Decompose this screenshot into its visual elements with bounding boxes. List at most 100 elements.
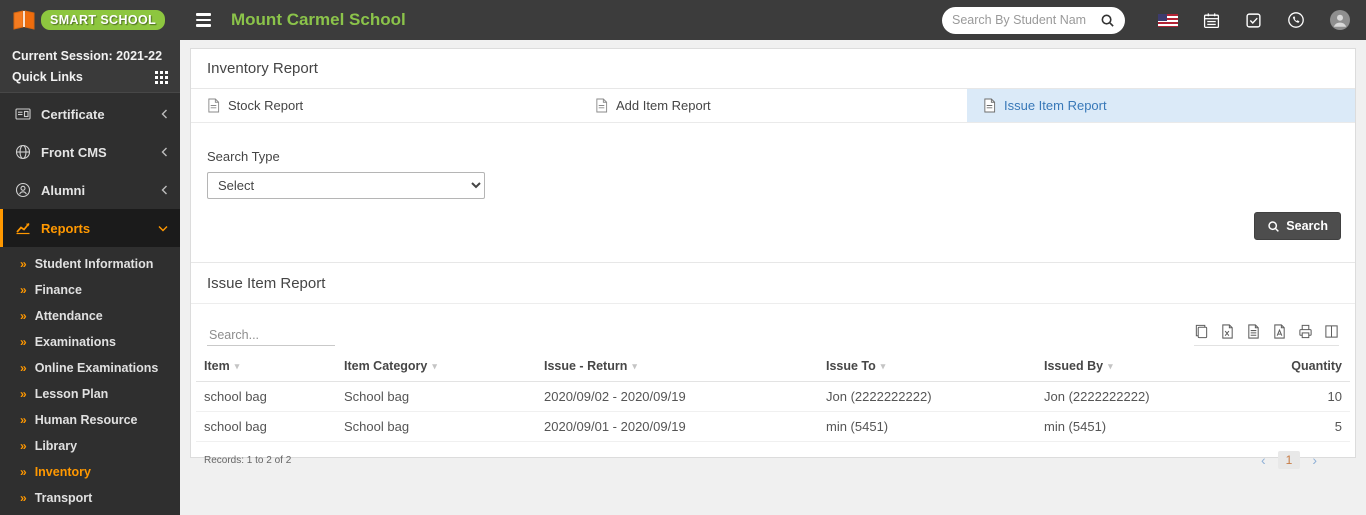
top-navbar: SMART SCHOOL Mount Carmel School (0, 0, 1366, 40)
inventory-report-card: Inventory Report Stock Report Add Item R… (190, 48, 1356, 469)
sidebar-item-front-cms[interactable]: Front CMS (0, 133, 180, 171)
cell-item: school bag (196, 411, 336, 442)
sidebar-subitem-lesson-plan[interactable]: » Lesson Plan (0, 381, 180, 407)
document-icon (596, 98, 608, 113)
cell-issue-to: Jon (2222222222) (818, 381, 1036, 412)
menu-label: Alumni (41, 182, 86, 198)
print-icon[interactable] (1298, 324, 1313, 339)
quick-links-label: Quick Links (12, 70, 83, 84)
profile-avatar[interactable] (1330, 10, 1350, 30)
chevron-left-icon (161, 147, 168, 157)
csv-icon[interactable] (1246, 324, 1261, 339)
tab-stock-report[interactable]: Stock Report (191, 89, 579, 122)
sort-caret-icon: ▾ (880, 361, 886, 371)
cell-issue-return: 2020/09/01 - 2020/09/19 (536, 411, 818, 442)
sidebar-subitem-library[interactable]: » Library (0, 433, 180, 459)
col-header-issued-by[interactable]: Issued By ▾ (1036, 350, 1236, 382)
search-icon[interactable] (1100, 13, 1115, 28)
tab-label: Issue Item Report (1004, 98, 1107, 113)
col-header-quantity[interactable]: Quantity (1236, 350, 1350, 382)
double-arrow-icon: » (20, 387, 27, 401)
sidebar-subitem-inventory[interactable]: » Inventory (0, 459, 180, 485)
chart-line-icon (16, 222, 30, 235)
tab-issue-item-report[interactable]: Issue Item Report (967, 89, 1355, 122)
topbar-actions (942, 6, 1366, 34)
columns-icon[interactable] (1324, 324, 1339, 339)
table-row[interactable]: school bag School bag 2020/09/01 - 2020/… (196, 411, 1350, 442)
quick-links[interactable]: Quick Links (12, 70, 168, 84)
search-filter-panel: Search Type Select Search (191, 123, 1355, 263)
student-search-input[interactable] (952, 13, 1100, 27)
search-type-label: Search Type (207, 149, 280, 164)
app-logo[interactable]: SMART SCHOOL (0, 9, 180, 31)
user-circle-icon (15, 182, 31, 198)
sidebar-subitem-attendance[interactable]: » Attendance (0, 303, 180, 329)
cell-item: school bag (196, 381, 336, 412)
sidebar-subitem-human-resource[interactable]: » Human Resource (0, 407, 180, 433)
col-header-item-category[interactable]: Item Category ▾ (336, 350, 536, 382)
sidebar-subitem-student-information[interactable]: » Student Information (0, 251, 180, 277)
school-name: Mount Carmel School (231, 10, 406, 29)
section-title: Issue Item Report (207, 275, 326, 292)
sidebar-item-certificate[interactable]: Certificate (0, 95, 180, 133)
sort-caret-icon: ▾ (632, 361, 637, 371)
submenu-label: Transport (34, 491, 93, 505)
student-search[interactable] (942, 6, 1125, 34)
current-session-label: Current Session: 2021-22 (12, 49, 163, 63)
sort-caret-icon: ▾ (234, 361, 240, 371)
table-row[interactable]: school bag School bag 2020/09/02 - 2020/… (196, 381, 1350, 412)
sidebar: Current Session: 2021-22 Quick Links Cer… (0, 40, 180, 515)
submenu-label: Online Examinations (34, 361, 159, 375)
pagination-prev[interactable]: ‹ (1261, 452, 1266, 468)
sidebar-item-alumni[interactable]: Alumni (0, 171, 180, 209)
logo-brand: SMART SCHOOL (41, 10, 166, 30)
copy-icon[interactable] (1194, 324, 1209, 339)
cell-issued-by: Jon (2222222222) (1036, 381, 1236, 412)
double-arrow-icon: » (20, 413, 27, 427)
report-tabs: Stock Report Add Item Report Issue Item … (191, 89, 1355, 123)
calendar-icon[interactable] (1203, 12, 1220, 29)
col-header-item[interactable]: Item ▾ (196, 350, 336, 382)
table-search-input[interactable] (207, 325, 335, 346)
submenu-label: Finance (34, 283, 82, 297)
submenu-label: Lesson Plan (34, 387, 109, 401)
sidebar-subitem-transport[interactable]: » Transport (0, 485, 180, 511)
cell-item-category: School bag (336, 411, 536, 442)
cell-quantity: 5 (1236, 411, 1350, 442)
pdf-icon[interactable] (1272, 324, 1287, 339)
submenu-label: Inventory (34, 465, 91, 479)
sidebar-item-reports[interactable]: Reports (0, 209, 180, 247)
double-arrow-icon: » (20, 491, 27, 505)
pagination-next[interactable]: › (1312, 452, 1317, 468)
submenu-label: Student Information (34, 257, 154, 271)
us-flag-icon[interactable] (1158, 13, 1178, 27)
col-header-issue-return[interactable]: Issue - Return ▾ (536, 350, 818, 382)
tab-add-item-report[interactable]: Add Item Report (579, 89, 967, 122)
page-title: Inventory Report (207, 60, 318, 77)
cell-issue-return: 2020/09/02 - 2020/09/19 (536, 381, 818, 412)
search-button-label: Search (1286, 219, 1328, 233)
export-toolbar (1194, 324, 1339, 346)
col-header-issue-to[interactable]: Issue To ▾ (818, 350, 1036, 382)
tasks-icon[interactable] (1245, 12, 1262, 29)
pagination-page-1[interactable]: 1 (1277, 451, 1301, 469)
document-icon (984, 98, 996, 113)
sidebar-subitem-finance[interactable]: » Finance (0, 277, 180, 303)
search-button[interactable]: Search (1254, 212, 1341, 240)
search-type-select[interactable]: Select (207, 172, 485, 199)
records-info: Records: 1 to 2 of 2 (204, 454, 292, 466)
document-icon (208, 98, 220, 113)
main-content: Inventory Report Stock Report Add Item R… (180, 40, 1366, 515)
table-toolbar (191, 304, 1355, 346)
chevron-left-icon (161, 185, 168, 195)
sidebar-subitem-online-examinations[interactable]: » Online Examinations (0, 355, 180, 381)
menu-toggle-icon[interactable] (196, 13, 211, 27)
sidebar-subitem-examinations[interactable]: » Examinations (0, 329, 180, 355)
cell-issue-to: min (5451) (818, 411, 1036, 442)
cell-item-category: School bag (336, 381, 536, 412)
whatsapp-icon[interactable] (1287, 11, 1305, 29)
tab-label: Add Item Report (616, 98, 711, 113)
excel-icon[interactable] (1220, 324, 1235, 339)
search-icon (1268, 220, 1280, 232)
double-arrow-icon: » (20, 309, 27, 323)
